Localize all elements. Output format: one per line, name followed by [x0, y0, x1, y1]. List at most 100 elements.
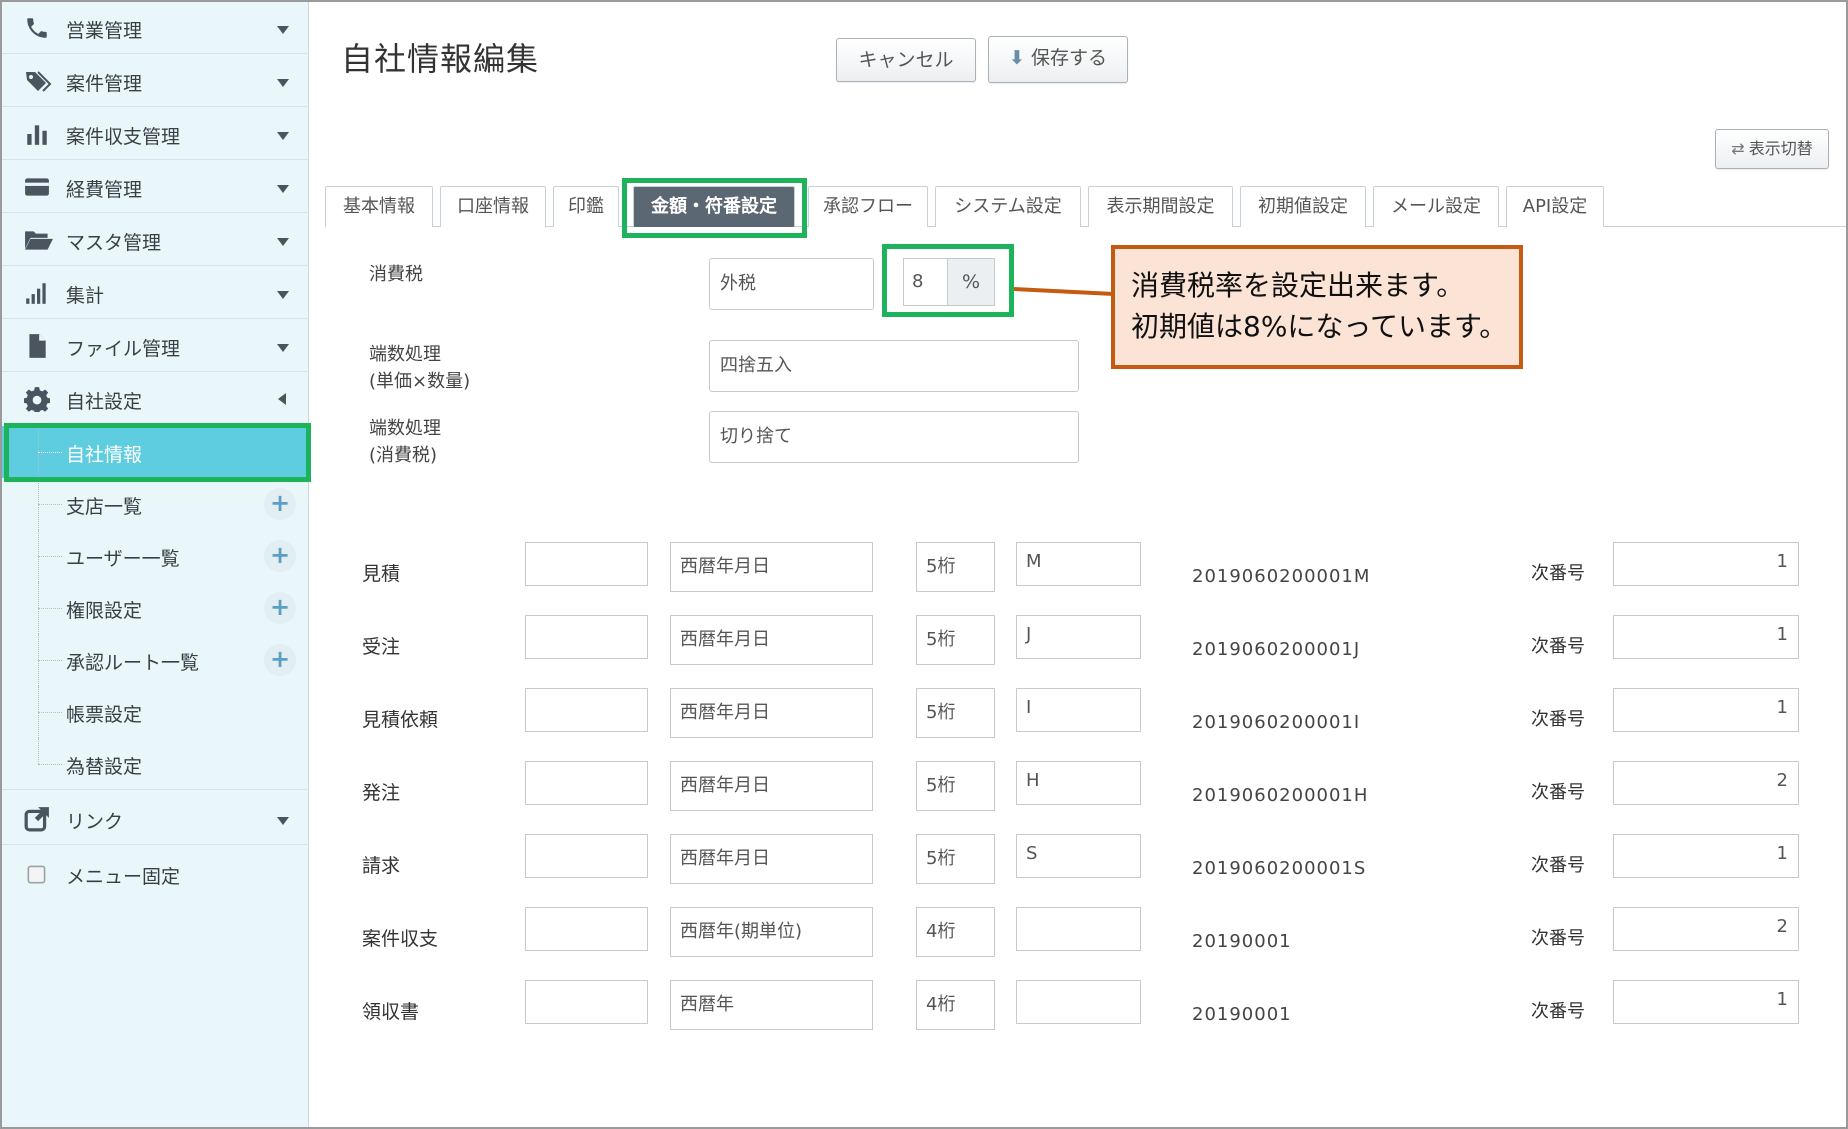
numbering-digits-select[interactable]: 5桁 [916, 615, 995, 665]
next-number-input[interactable]: 2 [1613, 907, 1799, 951]
tree-branch [38, 556, 62, 557]
numbering-row-label: 発注 [362, 782, 401, 804]
sidebar-subitem-users[interactable]: ユーザー一覧 + [2, 530, 309, 582]
numbering-format-select[interactable]: 西暦年 [670, 980, 873, 1030]
sidebar-item-company-settings[interactable]: 自社設定 [2, 373, 309, 425]
numbering-suffix-input[interactable]: M [1016, 542, 1141, 586]
rounding-tax-label-line-2: (消費税) [369, 445, 438, 466]
numbering-suffix-input[interactable]: I [1016, 688, 1141, 732]
sidebar-subitem-exchange[interactable]: 為替設定 [2, 738, 309, 790]
numbering-example: 20190001 [1192, 1004, 1292, 1025]
sidebar-item-master[interactable]: マスタ管理 [2, 214, 309, 266]
numbering-digits-select[interactable]: 5桁 [916, 688, 995, 738]
sidebar-subitem-approval-routes[interactable]: 承認ルート一覧 + [2, 634, 309, 686]
rounding-unit-select[interactable]: 四捨五入 [709, 340, 1079, 392]
numbering-row-label: 見積依頼 [362, 709, 439, 731]
phone-icon [24, 15, 52, 41]
cancel-button[interactable]: キャンセル [836, 38, 976, 82]
sidebar-item-aggregate[interactable]: 集計 [2, 267, 309, 319]
page-title: 自社情報編集 [341, 40, 540, 78]
numbering-example: 2019060200001M [1192, 566, 1371, 587]
callout-connector [1013, 287, 1115, 296]
next-number-input[interactable]: 1 [1613, 980, 1799, 1024]
rounding-unit-label: 端数処理 (単価×数量) [369, 341, 470, 395]
numbering-prefix-input[interactable] [525, 761, 648, 805]
next-number-input[interactable]: 1 [1613, 688, 1799, 732]
tax-type-select[interactable]: 外税 [709, 258, 874, 310]
tax-rate-unit: % [947, 258, 995, 306]
tab-default-values[interactable]: 初期値設定 [1240, 186, 1366, 227]
numbering-suffix-input[interactable] [1016, 980, 1141, 1024]
tab-system-settings[interactable]: システム設定 [935, 186, 1081, 227]
sidebar-item-expenses[interactable]: 経費管理 [2, 161, 309, 213]
sidebar-item-project-finance[interactable]: 案件収支管理 [2, 108, 309, 160]
sidebar-subitem-permissions[interactable]: 権限設定 + [2, 582, 309, 634]
sidebar-subitem-forms[interactable]: 帳票設定 [2, 686, 309, 738]
next-number-input[interactable]: 1 [1613, 615, 1799, 659]
checkbox-icon[interactable] [24, 861, 52, 887]
sidebar-item-label: 経費管理 [66, 179, 143, 201]
tab-api-settings[interactable]: API設定 [1506, 186, 1604, 227]
menu-fixed-toggle[interactable]: メニュー固定 [2, 848, 309, 900]
numbering-digits-select[interactable]: 5桁 [916, 761, 995, 811]
numbering-format-select[interactable]: 西暦年月日 [670, 615, 873, 665]
numbering-example: 2019060200001I [1192, 712, 1361, 733]
tab-approval-flow[interactable]: 承認フロー [808, 186, 928, 227]
numbering-suffix-input[interactable]: S [1016, 834, 1141, 878]
tab-display-period[interactable]: 表示期間設定 [1088, 186, 1233, 227]
view-toggle-label: 表示切替 [1748, 139, 1813, 158]
add-permission-icon[interactable]: + [264, 592, 296, 624]
numbering-prefix-input[interactable] [525, 615, 648, 659]
next-number-input[interactable]: 1 [1613, 542, 1799, 586]
numbering-prefix-input[interactable] [525, 542, 648, 586]
numbering-row-label: 見積 [362, 563, 401, 585]
view-toggle-button[interactable]: ⇄ 表示切替 [1715, 129, 1829, 169]
sidebar-item-files[interactable]: ファイル管理 [2, 320, 309, 372]
add-user-icon[interactable]: + [264, 540, 296, 572]
numbering-example: 2019060200001S [1192, 858, 1367, 879]
add-approval-route-icon[interactable]: + [264, 644, 296, 676]
numbering-example: 2019060200001J [1192, 639, 1361, 660]
rounding-tax-select[interactable]: 切り捨て [709, 411, 1079, 463]
numbering-suffix-input[interactable]: H [1016, 761, 1141, 805]
numbering-prefix-input[interactable] [525, 688, 648, 732]
add-branch-icon[interactable]: + [264, 488, 296, 520]
numbering-format-select[interactable]: 西暦年(期単位) [670, 907, 873, 957]
sidebar-item-label: ファイル管理 [66, 338, 181, 360]
tab-seal[interactable]: 印鑑 [553, 186, 619, 227]
tags-icon [24, 68, 52, 94]
file-icon [24, 333, 52, 359]
next-number-input[interactable]: 1 [1613, 834, 1799, 878]
numbering-format-select[interactable]: 西暦年月日 [670, 834, 873, 884]
sidebar-item-sales[interactable]: 営業管理 [2, 2, 309, 54]
sidebar-item-links[interactable]: リンク [2, 793, 309, 845]
tab-bank-account[interactable]: 口座情報 [440, 186, 546, 227]
sidebar-item-projects[interactable]: 案件管理 [2, 55, 309, 107]
tab-basic-info[interactable]: 基本情報 [325, 186, 433, 227]
sidebar-subitem-branches[interactable]: 支店一覧 + [2, 478, 309, 530]
numbering-row-label: 請求 [362, 855, 401, 877]
gear-icon [23, 386, 52, 415]
sidebar-item-label: マスタ管理 [66, 232, 162, 254]
numbering-digits-select[interactable]: 5桁 [916, 542, 995, 592]
next-number-label: 次番号 [1531, 563, 1585, 584]
numbering-digits-select[interactable]: 4桁 [916, 907, 995, 957]
next-number-label: 次番号 [1531, 1001, 1585, 1022]
numbering-prefix-input[interactable] [525, 834, 648, 878]
caret-down-icon [277, 26, 289, 34]
numbering-suffix-input[interactable]: J [1016, 615, 1141, 659]
numbering-format-select[interactable]: 西暦年月日 [670, 542, 873, 592]
numbering-format-select[interactable]: 西暦年月日 [670, 688, 873, 738]
next-number-label: 次番号 [1531, 855, 1585, 876]
numbering-digits-select[interactable]: 5桁 [916, 834, 995, 884]
numbering-suffix-input[interactable] [1016, 907, 1141, 951]
tree-branch [38, 504, 62, 505]
numbering-prefix-input[interactable] [525, 907, 648, 951]
tax-rate-input[interactable]: 8 [903, 258, 948, 306]
numbering-prefix-input[interactable] [525, 980, 648, 1024]
numbering-format-select[interactable]: 西暦年月日 [670, 761, 873, 811]
next-number-input[interactable]: 2 [1613, 761, 1799, 805]
tab-mail-settings[interactable]: メール設定 [1373, 186, 1499, 227]
save-button[interactable]: ⬇ 保存する [988, 36, 1128, 83]
numbering-digits-select[interactable]: 4桁 [916, 980, 995, 1030]
